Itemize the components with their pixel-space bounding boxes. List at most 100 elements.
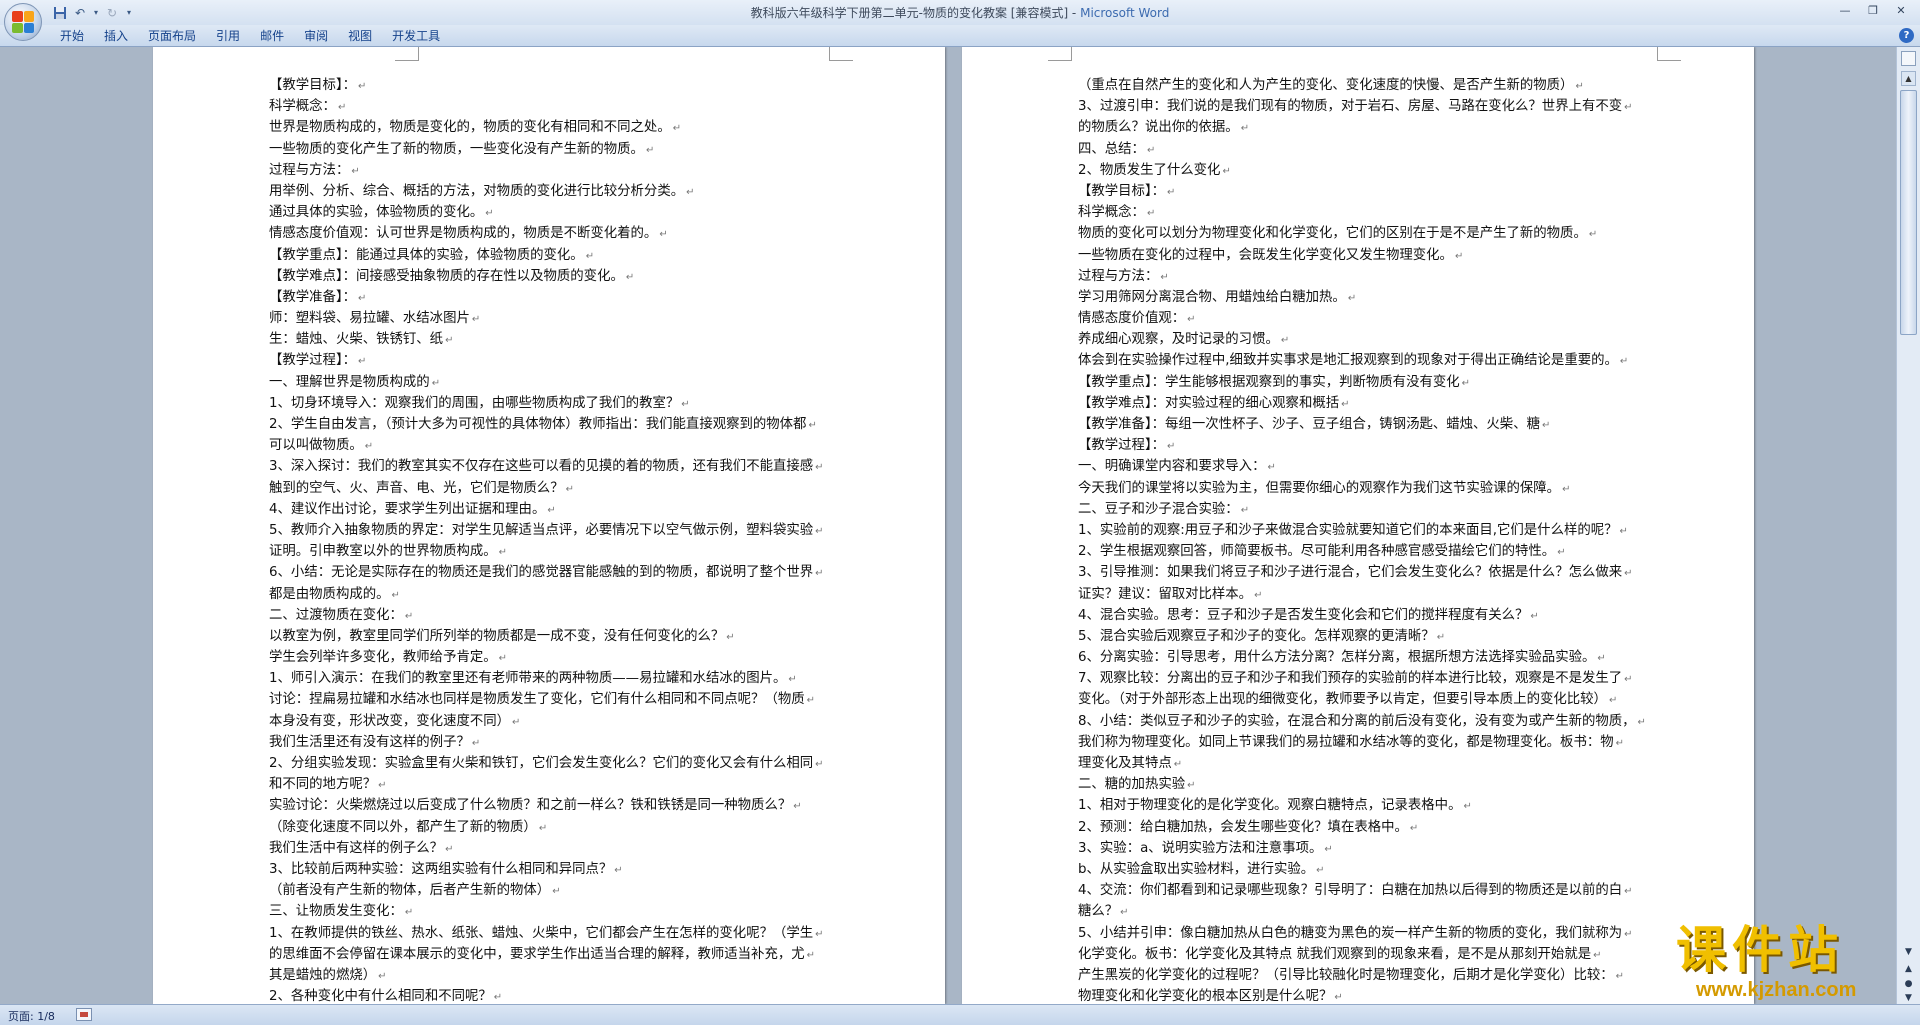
paragraph-mark-icon: ↵ xyxy=(659,229,668,241)
document-line: 理变化及其特点 ↵ xyxy=(1078,753,1658,774)
vertical-scrollbar[interactable]: ▲ ▼ ▲ ● ▼ xyxy=(1896,47,1920,1004)
close-icon[interactable]: ✕ xyxy=(1888,1,1914,19)
proofing-status-icon[interactable] xyxy=(76,1008,92,1021)
tab-review[interactable]: 审阅 xyxy=(294,28,338,45)
paragraph-mark-icon: ↵ xyxy=(1593,949,1602,961)
document-line: 一些物质在变化的过程中，会既发生化学变化又发生物理变化。 ↵ xyxy=(1078,245,1658,266)
line-text: 5、混合实验后观察豆子和沙子的变化。怎样观察的更清晰？ xyxy=(1078,628,1435,644)
paragraph-mark-icon: ↵ xyxy=(585,250,595,262)
tab-insert[interactable]: 插入 xyxy=(94,28,138,45)
document-page-left[interactable]: 【教学目标】： ↵ 科学概念： ↵ 世界是物质构成的，物质是变化的，物质的变化有相同和不… xyxy=(153,47,945,1004)
paragraph-mark-icon: ↵ xyxy=(1167,441,1176,453)
minimize-icon[interactable]: — xyxy=(1832,1,1858,19)
document-line: 我们生活里还有没有这样的例子？ ↵ xyxy=(269,732,832,753)
line-text: 和不同的地方呢？ xyxy=(269,777,377,793)
paragraph-mark-icon: ↵ xyxy=(337,102,347,114)
line-text: 【教学重点】：学生能够根据观察到的事实，判断物质有没有变化 xyxy=(1078,374,1460,390)
document-line: 一、明确课堂内容和要求导入： ↵ xyxy=(1078,456,1658,477)
paragraph-mark-icon: ↵ xyxy=(1637,716,1646,728)
paragraph-mark-icon: ↵ xyxy=(1334,992,1343,1004)
paragraph-mark-icon: ↵ xyxy=(1557,547,1566,559)
line-text: 科学概念： xyxy=(269,99,336,115)
document-line: （前者没有产生新的物体，后者产生新的物体） ↵ xyxy=(269,880,832,901)
document-line: 师：塑料袋、易拉罐、水结冰图片 ↵ xyxy=(269,308,832,329)
document-line: 二、过渡物质在变化： ↵ xyxy=(269,605,832,626)
document-line: 通过具体的实验，体验物质的变化。 ↵ xyxy=(269,202,832,223)
restore-icon[interactable]: ❐ xyxy=(1860,1,1886,19)
document-line: 情感态度价值观：认可世界是物质构成的，物质是不断变化着的。 ↵ xyxy=(269,223,832,244)
scroll-up-icon[interactable]: ▲ xyxy=(1901,71,1916,86)
paragraph-mark-icon: ↵ xyxy=(815,568,824,580)
document-line: 1、切身环境导入：观察我们的周围，由哪些物质构成了我们的教室？ ↵ xyxy=(269,393,832,414)
line-text: 可以叫做物质。 xyxy=(269,438,363,454)
tab-references[interactable]: 引用 xyxy=(206,28,250,45)
line-text: 的物质么？说出你的依据。 xyxy=(1078,120,1239,136)
line-text: 我们称为物理变化。如同上节课我们的易拉罐和水结冰等的变化，都是物理变化。板书：物 xyxy=(1078,734,1614,750)
line-text: 今天我们的课堂将以实验为主，但需要你细心的观察作为我们这节实验课的保障。 xyxy=(1078,480,1561,496)
paragraph-mark-icon: ↵ xyxy=(1619,525,1628,537)
scroll-down-icon[interactable]: ▼ xyxy=(1901,945,1916,959)
line-text: 四、总结： xyxy=(1078,141,1145,157)
tab-home[interactable]: 开始 xyxy=(50,28,94,45)
paragraph-mark-icon: ↵ xyxy=(1173,759,1183,770)
document-line: 二、糖的加热实验 ↵ xyxy=(1078,774,1658,795)
line-text: 变化。（对于外部形态上出现的细微变化，教师要予以肯定，但要引导本质上的变化比较） xyxy=(1078,692,1607,708)
paragraph-mark-icon: ↵ xyxy=(378,780,387,792)
document-line: 物理变化和化学变化的根本区别是什么呢？ ↵ xyxy=(1078,986,1658,1004)
line-text: 【教学目标】： xyxy=(1078,183,1166,199)
paragraph-mark-icon: ↵ xyxy=(552,886,561,898)
line-text: 过程与方法： xyxy=(1078,268,1159,284)
document-line: 本身没有变，形状改变，变化速度不同） ↵ xyxy=(269,711,832,732)
ruler-toggle-icon[interactable] xyxy=(1901,51,1916,66)
line-text: 用举例、分析、综合、概括的方法，对物质的变化进行比较分析分类。 xyxy=(269,183,685,199)
line-text: 本身没有变，形状改变，变化速度不同） xyxy=(269,713,511,729)
paragraph-mark-icon: ↵ xyxy=(547,504,556,516)
paragraph-mark-icon: ↵ xyxy=(1222,165,1231,177)
paragraph-mark-icon: ↵ xyxy=(1254,589,1263,601)
document-line: 可以叫做物质。 ↵ xyxy=(269,435,832,456)
tab-view[interactable]: 视图 xyxy=(338,28,382,45)
line-text: 2、各种变化中有什么相同和不同呢？ xyxy=(269,989,492,1004)
tab-page-layout[interactable]: 页面布局 xyxy=(138,28,206,45)
next-page-icon[interactable]: ▼ xyxy=(1901,991,1916,1005)
previous-page-icon[interactable]: ▲ xyxy=(1901,962,1916,976)
paragraph-mark-icon: ↵ xyxy=(808,420,817,431)
page-text: （重点在自然产生的变化和人为产生的变化、变化速度的快慢、是否产生新的物质） ↵ 3、… xyxy=(1078,75,1658,1004)
paragraph-mark-icon: ↵ xyxy=(358,292,367,304)
line-text: 产生黑炭的化学变化的过程呢？（引导比较融化时是物理变化，后期才是化学变化）比较： xyxy=(1078,967,1614,983)
paragraph-mark-icon: ↵ xyxy=(815,759,824,770)
tab-developer[interactable]: 开发工具 xyxy=(382,28,450,45)
document-line: 用举例、分析、综合、概括的方法，对物质的变化进行比较分析分类。 ↵ xyxy=(269,181,832,202)
line-text: 2、预测：给白糖加热，会发生哪些变化？填在表格中。 xyxy=(1078,819,1408,835)
tab-mailings[interactable]: 邮件 xyxy=(250,28,294,45)
paragraph-mark-icon: ↵ xyxy=(364,441,374,453)
office-button[interactable] xyxy=(4,3,42,41)
paragraph-mark-icon: ↵ xyxy=(498,653,508,665)
paragraph-mark-icon: ↵ xyxy=(1409,822,1419,834)
paragraph-mark-icon: ↵ xyxy=(1624,568,1633,580)
document-line: 4、混合实验。思考：豆子和沙子是否发生变化会和它们的搅拌程度有关么？ ↵ xyxy=(1078,605,1658,626)
document-line: 一、理解世界是物质构成的 ↵ xyxy=(269,372,832,393)
help-icon[interactable]: ? xyxy=(1899,28,1914,43)
paragraph-mark-icon: ↵ xyxy=(1619,356,1629,368)
paragraph-mark-icon: ↵ xyxy=(815,525,824,537)
document-line: 【教学目标】： ↵ xyxy=(269,75,832,96)
document-line: 2、各种变化中有什么相同和不同呢？ ↵ xyxy=(269,986,832,1004)
line-text: 1、师引入演示：在我们的教室里还有老师带来的两种物质——易拉罐和水结冰的图片。 xyxy=(269,671,787,687)
line-text: 讨论：捏扁易拉罐和水结冰也同样是物质发生了变化，它们有什么相同和不同点呢？（物质 xyxy=(269,692,805,708)
document-area: 【教学目标】： ↵ 科学概念： ↵ 世界是物质构成的，物质是变化的，物质的变化有相同和不… xyxy=(0,47,1896,1004)
document-line: 4、建议作出讨论，要求学生列出证据和理由。 ↵ xyxy=(269,499,832,520)
scroll-thumb[interactable] xyxy=(1900,90,1917,335)
select-browse-object-icon[interactable]: ● xyxy=(1901,977,1916,991)
line-text: 养成细心观察，及时记录的习惯。 xyxy=(1078,332,1279,348)
document-line: 的物质么？说出你的依据。 ↵ xyxy=(1078,117,1658,138)
document-page-right[interactable]: （重点在自然产生的变化和人为产生的变化、变化速度的快慢、是否产生新的物质） ↵ 3、… xyxy=(962,47,1754,1004)
paragraph-mark-icon: ↵ xyxy=(1187,780,1196,792)
paragraph-mark-icon: ↵ xyxy=(1615,737,1625,749)
line-text: 3、实验：a、说明实验方法和注意事项。 xyxy=(1078,840,1323,856)
document-line: 的思维面不会停留在课本展示的变化中，要求学生作出适当合理的解释，教师适当补充，尤… xyxy=(269,944,832,965)
line-text: 一些物质在变化的过程中，会既发生化学变化又发生物理变化。 xyxy=(1078,247,1453,263)
status-bar: 页面: 1/8 xyxy=(0,1004,1920,1025)
document-line: 一些物质的变化产生了新的物质，一些变化没有产生新的物质。 ↵ xyxy=(269,139,832,160)
page-indicator[interactable]: 页面: 1/8 xyxy=(8,1008,55,1024)
